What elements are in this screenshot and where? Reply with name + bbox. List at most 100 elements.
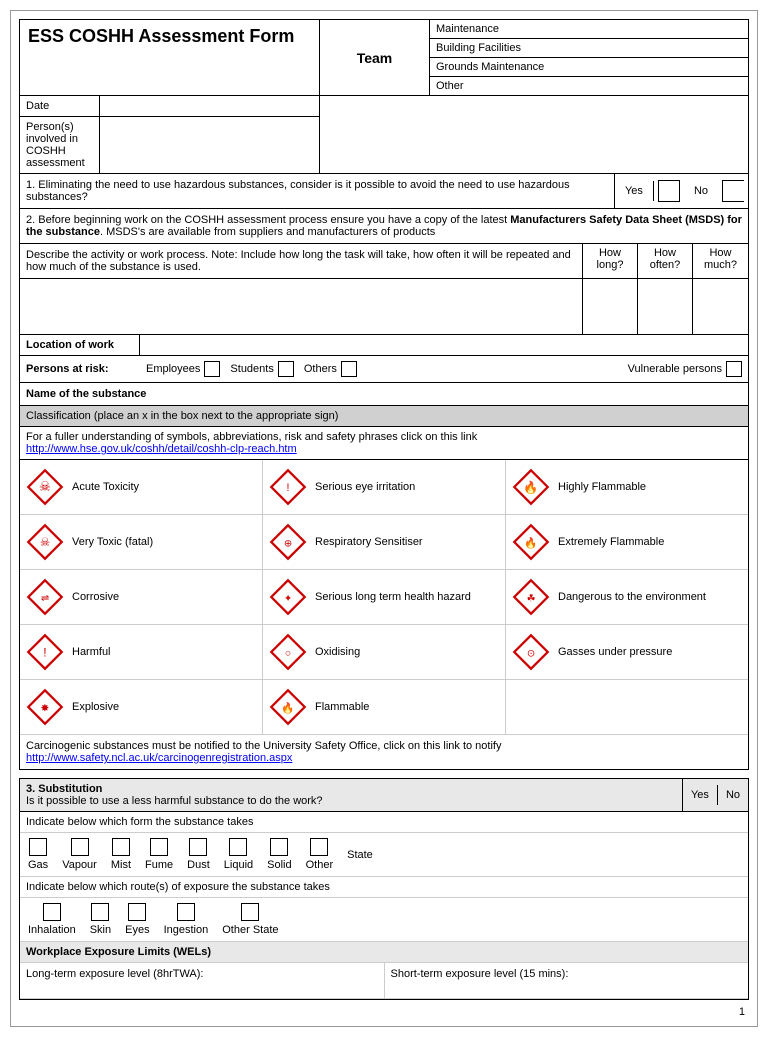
exp-skin-label: Skin [90,924,111,936]
hazard-highly-flammable: 🔥 Highly Flammable [506,460,748,514]
vulnerable-label: Vulnerable persons [628,363,722,375]
highly-flammable-icon: 🔥 [512,468,550,506]
extremely-flammable-icon: 🔥 [512,523,550,561]
svg-text:☘: ☘ [527,594,536,605]
info-section: Date Person(s) involved in COSHH assessm… [19,96,749,174]
persons-label: Persons at risk: [26,363,136,375]
hazard-harmful: ! Harmful [20,625,263,679]
longterm-icon: ✦ [269,578,307,616]
svg-text:✸: ✸ [41,703,50,715]
form-liquid-checkbox[interactable] [229,838,247,856]
grounds-maintenance-label: Grounds Maintenance [430,58,748,77]
form-solid-checkbox[interactable] [270,838,288,856]
highly-flammable-label: Highly Flammable [558,481,646,493]
others-checkbox[interactable] [341,361,357,377]
explosive-icon: ✸ [26,688,64,726]
describe-header: Describe the activity or work process. N… [20,244,748,279]
describe-cols: How long? How often? How much? [582,244,748,278]
persons-row: Persons at risk: Employees Students Othe… [19,356,749,383]
form-vapour-checkbox[interactable] [71,838,89,856]
gasses-icon: ⊙ [512,633,550,671]
how-often-input[interactable] [638,279,693,334]
exposure-label: Indicate below which route(s) of exposur… [20,877,748,898]
date-label: Date [20,96,100,116]
section3-title-area: 3. Substitution Is it possible to use a … [20,779,682,811]
person-value[interactable] [100,117,319,173]
form-gas-checkbox[interactable] [29,838,47,856]
location-label: Location of work [20,335,140,355]
environment-label: Dangerous to the environment [558,591,706,603]
q1-no-checkbox[interactable] [722,180,744,202]
corrosive-label: Corrosive [72,591,119,603]
location-row: Location of work [19,335,749,356]
very-toxic-icon: ☠ [26,523,64,561]
vulnerable-checkbox[interactable] [726,361,742,377]
vulnerable-group: Vulnerable persons [628,361,742,377]
describe-label: Describe the activity or work process. N… [20,244,582,278]
form-mist-checkbox[interactable] [112,838,130,856]
harmful-label: Harmful [72,646,111,658]
corrosive-icon: ⇌ [26,578,64,616]
form-other-checkbox[interactable] [310,838,328,856]
form-fume-checkbox[interactable] [150,838,168,856]
exp-skin-checkbox[interactable] [91,903,109,921]
q2-text: 2. Before beginning work on the COSHH as… [26,214,742,238]
how-long-input[interactable] [583,279,638,334]
employees-checkbox[interactable] [204,361,220,377]
hazard-very-toxic: ☠ Very Toxic (fatal) [20,515,263,569]
exp-inhalation-checkbox[interactable] [43,903,61,921]
form-dust-checkbox[interactable] [189,838,207,856]
svg-text:🔥: 🔥 [523,480,538,495]
info-right-spacer [320,96,748,173]
students-checkbox[interactable] [278,361,294,377]
section3-subtitle: Is it possible to use a less harmful sub… [26,795,676,807]
form-dust-label: Dust [187,859,210,871]
employees-label: Employees [146,363,200,375]
classification-link-row: For a fuller understanding of symbols, a… [20,427,748,460]
form-mist: Mist [111,838,131,871]
section3-no-label: No [718,785,748,805]
q2-row: 2. Before beginning work on the COSHH as… [19,209,749,244]
carcino-row: Carcinogenic substances must be notified… [20,734,748,769]
form-solid: Solid [267,838,291,871]
extremely-flammable-label: Extremely Flammable [558,536,664,548]
hazard-extremely-flammable: 🔥 Extremely Flammable [506,515,748,569]
wel-section: Workplace Exposure Limits (WELs) Long-te… [20,942,748,999]
svg-text:🔥: 🔥 [281,702,294,715]
students-group: Students [230,361,293,377]
how-often-col: How often? [638,244,693,278]
page-number: 1 [19,1006,749,1018]
respiratory-icon: ⊕ [269,523,307,561]
svg-text:!: ! [287,482,290,494]
form-mist-label: Mist [111,859,131,871]
classification-link[interactable]: http://www.hse.gov.uk/coshh/detail/coshh… [26,443,297,455]
describe-body-input[interactable] [20,279,582,334]
form-title: ESS COSHH Assessment Form [20,20,320,95]
environment-icon: ☘ [512,578,550,616]
q1-yes-checkbox[interactable] [658,180,680,202]
hazard-oxidising: ○ Oxidising [263,625,506,679]
section3-yes-label: Yes [683,785,718,805]
date-value[interactable] [100,102,319,110]
info-left: Date Person(s) involved in COSHH assessm… [20,96,320,173]
eye-irritation-icon: ! [269,468,307,506]
hazard-row-3: ⇌ Corrosive ✦ Serious long term health h… [20,570,748,625]
flammable-label: Flammable [315,701,369,713]
exp-eyes-checkbox[interactable] [128,903,146,921]
carcino-link[interactable]: http://www.safety.ncl.ac.uk/carcinogenre… [26,752,292,764]
location-value[interactable] [140,335,748,355]
person-label: Person(s) involved in COSHH assessment [20,117,100,173]
exp-inhalation-label: Inhalation [28,924,76,936]
exp-ingestion-checkbox[interactable] [177,903,195,921]
exp-other-state-label: Other State [222,924,278,936]
hazard-eye-irritation: ! Serious eye irritation [263,460,506,514]
form-gas: Gas [28,838,48,871]
q1-text: 1. Eliminating the need to use hazardous… [20,174,614,208]
harmful-icon: ! [26,633,64,671]
building-facilities-label: Building Facilities [430,39,748,58]
q1-yes-label: Yes [615,181,654,201]
how-much-input[interactable] [693,279,748,334]
exp-other-state-checkbox[interactable] [241,903,259,921]
exp-inhalation: Inhalation [28,903,76,936]
oxidising-label: Oxidising [315,646,360,658]
